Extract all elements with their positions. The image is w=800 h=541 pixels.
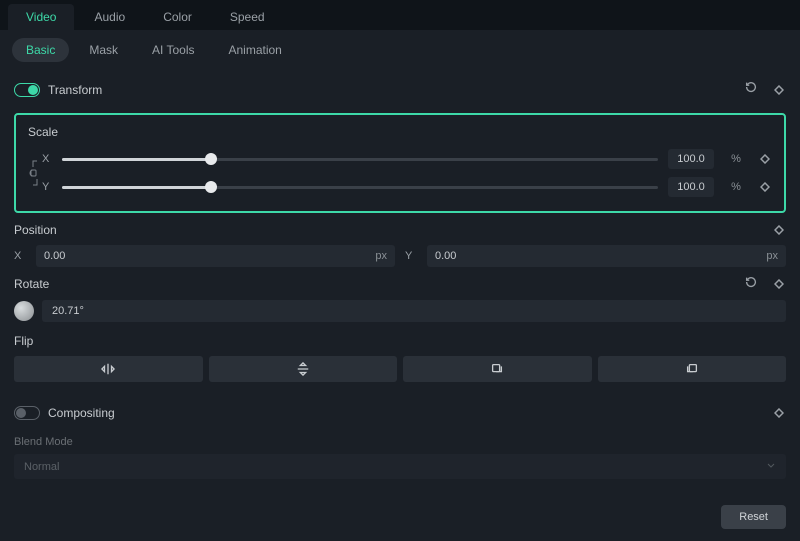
scale-x-value[interactable]: 100.0 [668, 149, 714, 169]
tab-audio[interactable]: Audio [76, 4, 143, 30]
rotate-cw-button[interactable] [403, 356, 592, 382]
scale-y-value[interactable]: 100.0 [668, 177, 714, 197]
position-y-unit: px [766, 250, 778, 262]
blend-mode-label: Blend Mode [14, 436, 786, 448]
compositing-header: Compositing [14, 396, 786, 430]
scale-lock-icon[interactable] [28, 159, 42, 187]
flip-title: Flip [14, 334, 33, 348]
position-y-value: 0.00 [435, 250, 766, 262]
rotate-title: Rotate [14, 277, 49, 291]
rotate-ccw-button[interactable] [598, 356, 787, 382]
scale-y-unit: % [724, 177, 748, 197]
flip-vertical-button[interactable] [209, 356, 398, 382]
flip-horizontal-button[interactable] [14, 356, 203, 382]
compositing-toggle[interactable] [14, 406, 40, 420]
scale-y-keyframe-icon[interactable] [758, 182, 772, 192]
tab-speed[interactable]: Speed [212, 4, 283, 30]
blend-mode-select[interactable]: Normal [14, 454, 786, 479]
chevron-down-icon [766, 460, 776, 473]
reset-button[interactable]: Reset [721, 505, 786, 529]
keyframe-icon[interactable] [772, 85, 786, 95]
scale-y-label: Y [42, 181, 52, 193]
position-x-unit: px [375, 250, 387, 262]
sub-tabs: Basic Mask AI Tools Animation [0, 30, 800, 70]
scale-section: Scale X 100.0 % [14, 113, 786, 213]
transform-header: Transform [14, 70, 786, 109]
transform-label: Transform [48, 83, 744, 97]
blend-mode-value: Normal [24, 461, 59, 473]
scale-x-label: X [42, 153, 52, 165]
reset-icon[interactable] [744, 80, 758, 99]
compositing-keyframe-icon[interactable] [772, 408, 786, 418]
rotate-reset-icon[interactable] [744, 275, 758, 292]
subtab-mask[interactable]: Mask [75, 38, 132, 62]
position-x-label: X [14, 250, 26, 262]
subtab-basic[interactable]: Basic [12, 38, 69, 62]
transform-toggle[interactable] [14, 83, 40, 97]
position-keyframe-icon[interactable] [772, 225, 786, 235]
scale-x-keyframe-icon[interactable] [758, 154, 772, 164]
position-y-input[interactable]: 0.00 px [427, 245, 786, 267]
rotate-keyframe-icon[interactable] [772, 279, 786, 289]
compositing-label: Compositing [48, 406, 772, 420]
tab-video[interactable]: Video [8, 4, 74, 30]
scale-title: Scale [28, 125, 772, 139]
scale-y-slider[interactable] [62, 186, 658, 189]
position-x-value: 0.00 [44, 250, 375, 262]
tab-color[interactable]: Color [145, 4, 210, 30]
rotate-dial[interactable] [14, 301, 34, 321]
subtab-animation[interactable]: Animation [214, 38, 295, 62]
position-title: Position [14, 223, 57, 237]
rotate-input[interactable]: 20.71° [42, 300, 786, 322]
main-tabs: Video Audio Color Speed [0, 0, 800, 30]
scale-x-unit: % [724, 149, 748, 169]
subtab-aitools[interactable]: AI Tools [138, 38, 208, 62]
position-x-input[interactable]: 0.00 px [36, 245, 395, 267]
scale-x-slider[interactable] [62, 158, 658, 161]
position-y-label: Y [405, 250, 417, 262]
